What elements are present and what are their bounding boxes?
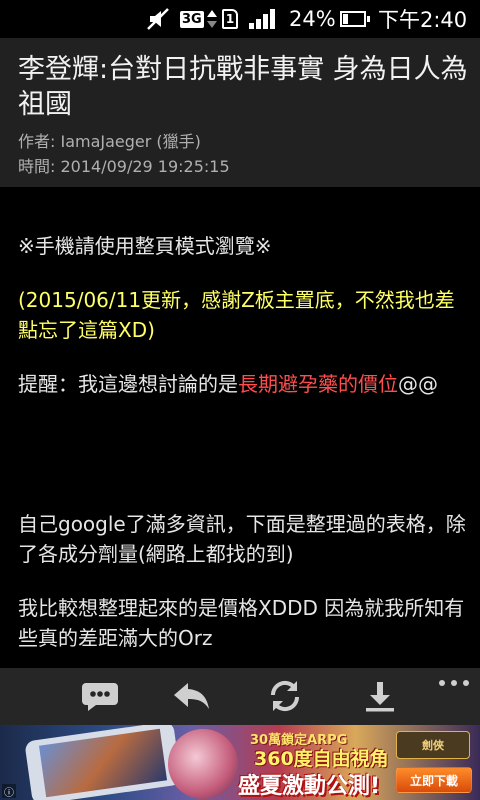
article-time: 時間: 2014/09/29 19:25:15	[18, 157, 230, 176]
article-header: 李登輝:台對日抗戰非事實 身為日人為祖國 作者: IamaJaeger (獵手)…	[0, 38, 480, 187]
comment-button[interactable]	[76, 674, 124, 718]
article-title: 李登輝:台對日抗戰非事實 身為日人為祖國	[18, 54, 468, 120]
sim-slot-label: 1	[222, 9, 238, 29]
ad-info-icon[interactable]: ⓘ	[2, 784, 16, 799]
ad-banner[interactable]: 30萬鎖定ARPG 360度自由視角 盛夏激動公測! 劍俠 立即下載 ⓘ	[0, 725, 480, 800]
more-icon	[439, 680, 469, 686]
update-text: (2015/06/11更新，感謝Z板主置底，不然我也差點忘了這篇XD)	[18, 288, 455, 342]
ad-line3: 盛夏激動公測!	[238, 774, 381, 799]
mute-icon	[146, 0, 172, 38]
data-arrows-icon	[206, 10, 217, 28]
ad-download-button[interactable]: 立即下載	[396, 767, 472, 793]
clock: 下午2:40	[378, 8, 468, 32]
ad-game-logo: 劍俠	[396, 731, 470, 759]
article-author: 作者: IamaJaeger (獵手)	[18, 132, 201, 151]
battery-fill	[343, 14, 349, 24]
more-button[interactable]	[430, 668, 478, 698]
download-button[interactable]	[356, 674, 404, 718]
reply-button[interactable]	[168, 674, 216, 718]
network-type-label: 3G	[180, 10, 204, 28]
comment-icon	[82, 683, 118, 711]
refresh-button[interactable]	[261, 674, 309, 718]
compare-paragraph: 我比較想整理起來的是價格XDDD 因為就我所知有些真的差距滿大的Orz	[18, 596, 465, 650]
remind-highlight: 長期避孕藥的價位	[238, 372, 398, 396]
battery-percent: 24%	[289, 7, 336, 31]
google-paragraph: 自己google了滿多資訊，下面是整理過的表格，除了各成分劑量(網路上都找的到)	[18, 512, 466, 566]
ad-line2: 360度自由視角	[254, 748, 389, 770]
remind-suffix: @@	[398, 372, 438, 396]
battery-icon	[340, 0, 370, 38]
ad-character-image	[168, 729, 238, 799]
remind-paragraph: 提醒：我這邊想討論的是長期避孕藥的價位@@	[18, 369, 468, 399]
download-icon	[366, 682, 394, 712]
sim-icon: 1	[222, 0, 238, 38]
notice-text: ※手機請使用整頁模式瀏覽※	[18, 234, 272, 258]
bottom-toolbar	[0, 668, 480, 725]
refresh-icon	[270, 680, 300, 712]
remind-prefix: 提醒：我這邊想討論的是	[18, 372, 238, 396]
signal-icon	[248, 0, 278, 38]
ad-phone-image	[24, 725, 182, 800]
network-indicator: 3G	[180, 0, 218, 38]
status-bar: 3G 1 24% 下午2:40	[0, 0, 480, 38]
reply-icon	[174, 683, 209, 709]
